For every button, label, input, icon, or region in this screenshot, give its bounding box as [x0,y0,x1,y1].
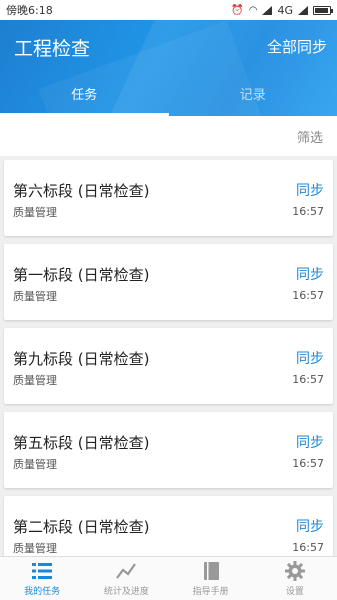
task-name: 第九标段 (日常检查) [13,350,150,368]
trend-chart-icon [116,563,137,579]
battery-icon [313,5,333,15]
nav-label: 指导手册 [192,587,229,597]
task-card[interactable]: 第一标段 (日常检查) 质量管理 同步 16:57 [4,244,333,320]
signal-icon-2 [298,5,308,15]
task-card[interactable]: 第二标段 (日常检查) 质量管理 同步 16:57 [4,496,333,556]
task-name: 第二标段 (日常检查) [13,518,150,536]
tab-records[interactable]: 记录 [169,80,337,116]
task-card[interactable]: 第五标段 (日常检查) 质量管理 同步 16:57 [4,412,333,488]
wifi-icon: ◠ [248,4,258,16]
task-category: 质量管理 [13,458,57,471]
task-time: 16:57 [292,541,324,554]
task-name: 第一标段 (日常检查) [13,266,150,284]
list-icon [32,563,53,579]
filter-bar: 筛选 [0,116,337,156]
status-bar: 傍晚6:18 ⏰ ◠ 4G [0,0,337,20]
nav-statistics[interactable]: 统计及进度 [84,557,168,600]
nav-label: 设置 [285,587,304,597]
sync-button[interactable]: 同步 [296,516,324,536]
task-time: 16:57 [292,289,324,302]
task-time: 16:57 [292,373,324,386]
bottom-nav: 我的任务 统计及进度 指导手册 设置 [0,556,337,600]
tab-bar: 任务 记录 [0,80,337,116]
task-name: 第五标段 (日常检查) [13,434,150,452]
task-category: 质量管理 [13,290,57,303]
task-card[interactable]: 第六标段 (日常检查) 质量管理 同步 16:57 [4,160,333,236]
sync-button[interactable]: 同步 [296,180,324,200]
sync-all-button[interactable]: 全部同步 [267,36,327,57]
task-name: 第六标段 (日常检查) [13,182,150,200]
sync-button[interactable]: 同步 [296,432,324,452]
task-category: 质量管理 [13,374,57,387]
filter-button[interactable]: 筛选 [297,127,323,146]
signal-icon [262,5,273,15]
status-time: 傍晚6:18 [6,4,53,17]
tab-tasks[interactable]: 任务 [0,80,169,116]
sync-button[interactable]: 同步 [296,348,324,368]
alarm-icon: ⏰ [231,4,244,16]
task-category: 质量管理 [13,206,57,219]
sync-button[interactable]: 同步 [296,264,324,284]
nav-my-tasks[interactable]: 我的任务 [0,557,84,600]
nav-label: 我的任务 [24,587,61,597]
task-time: 16:57 [292,205,324,218]
app-header: 工程检查 全部同步 任务 记录 [0,20,337,116]
task-card[interactable]: 第九标段 (日常检查) 质量管理 同步 16:57 [4,328,333,404]
task-category: 质量管理 [13,542,57,555]
book-icon [203,562,219,580]
nav-settings[interactable]: 设置 [253,557,337,600]
network-type: 4G [277,3,293,17]
gear-icon [284,561,305,581]
task-time: 16:57 [292,457,324,470]
nav-manual[interactable]: 指导手册 [169,557,253,600]
task-list: 第六标段 (日常检查) 质量管理 同步 16:57 第一标段 (日常检查) 质量… [0,160,337,556]
page-title: 工程检查 [14,38,91,60]
nav-label: 统计及进度 [103,587,149,597]
